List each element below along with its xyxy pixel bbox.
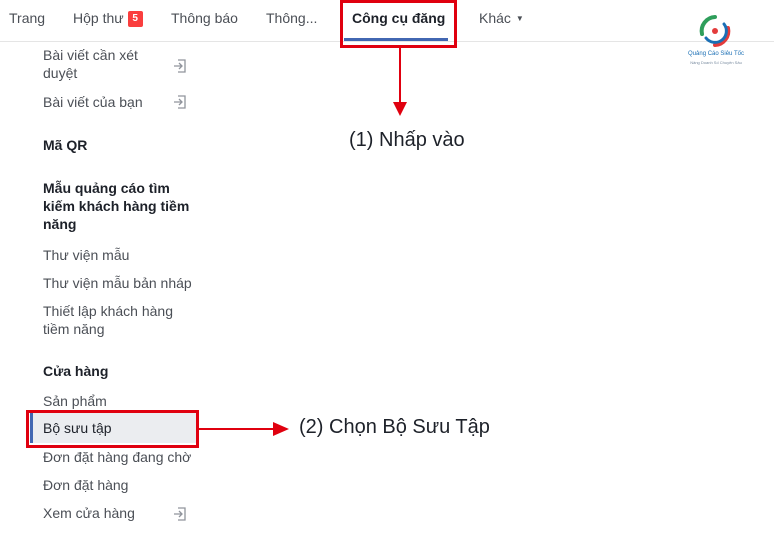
sidebar-item-orders[interactable]: Đơn đặt hàng (43, 476, 128, 494)
sidebar-heading-lead-ads[interactable]: Mẫu quảng cáo tìm kiếm khách hàng tiềm n… (43, 179, 203, 233)
tab-more[interactable]: Khác ▼ (479, 0, 524, 42)
sidebar-item-lead-setup[interactable]: Thiết lập khách hàng tiềm năng (43, 302, 183, 338)
caret-down-icon: ▼ (515, 14, 524, 23)
sidebar-heading-qr[interactable]: Mã QR (43, 136, 87, 154)
tab-home-label: Trang (9, 10, 46, 26)
sidebar-item-products[interactable]: Sản phẩm (43, 392, 107, 410)
logo-icon (699, 15, 731, 47)
tab-notifications[interactable]: Thông báo (171, 0, 238, 42)
sidebar-item-your-posts[interactable]: Bài viết của bạn (43, 93, 143, 111)
sidebar-item-pending-posts[interactable]: Bài viết cần xét duyệt (43, 46, 163, 82)
inbox-count-badge: 5 (127, 11, 143, 27)
annotation-step-2: (2) Chọn Bộ Sưu Tập (299, 416, 490, 438)
highlight-box-collections (26, 410, 199, 448)
brand-logo: Quảng Cáo Siêu Tốc Nâng Doanh Số Chuyên … (668, 14, 768, 70)
logo-name: Quảng Cáo Siêu Tốc (688, 51, 744, 57)
sidebar-item-pending-orders[interactable]: Đơn đặt hàng đang chờ (43, 448, 191, 466)
tab-inbox-label: Hộp thư (73, 10, 124, 26)
annotation-step-1: (1) Nhấp vào (349, 129, 465, 151)
highlight-box-publishing-tools (340, 0, 457, 48)
tab-more-label: Khác (479, 10, 511, 26)
sidebar: Bài viết cần xét duyệt Bài viết của bạn … (0, 42, 200, 546)
external-link-icon (174, 59, 186, 73)
tab-insights[interactable]: Thông... (266, 0, 317, 42)
external-link-icon (174, 507, 186, 521)
red-arrow-icon (199, 422, 289, 436)
red-arrow-icon (393, 46, 407, 116)
tab-home[interactable]: Trang (9, 0, 45, 42)
sidebar-item-form-library[interactable]: Thư viện mẫu (43, 246, 129, 264)
tab-insights-label: Thông... (266, 10, 318, 26)
logo-tagline: Nâng Doanh Số Chuyên Sâu (690, 60, 742, 65)
sidebar-item-view-shop[interactable]: Xem cửa hàng (43, 504, 135, 522)
external-link-icon (174, 95, 186, 109)
tab-notifications-label: Thông báo (171, 10, 238, 26)
tab-inbox[interactable]: Hộp thư 5 (73, 0, 143, 42)
sidebar-heading-shop[interactable]: Cửa hàng (43, 362, 108, 380)
sidebar-item-draft-form-library[interactable]: Thư viện mẫu bản nháp (43, 274, 192, 292)
